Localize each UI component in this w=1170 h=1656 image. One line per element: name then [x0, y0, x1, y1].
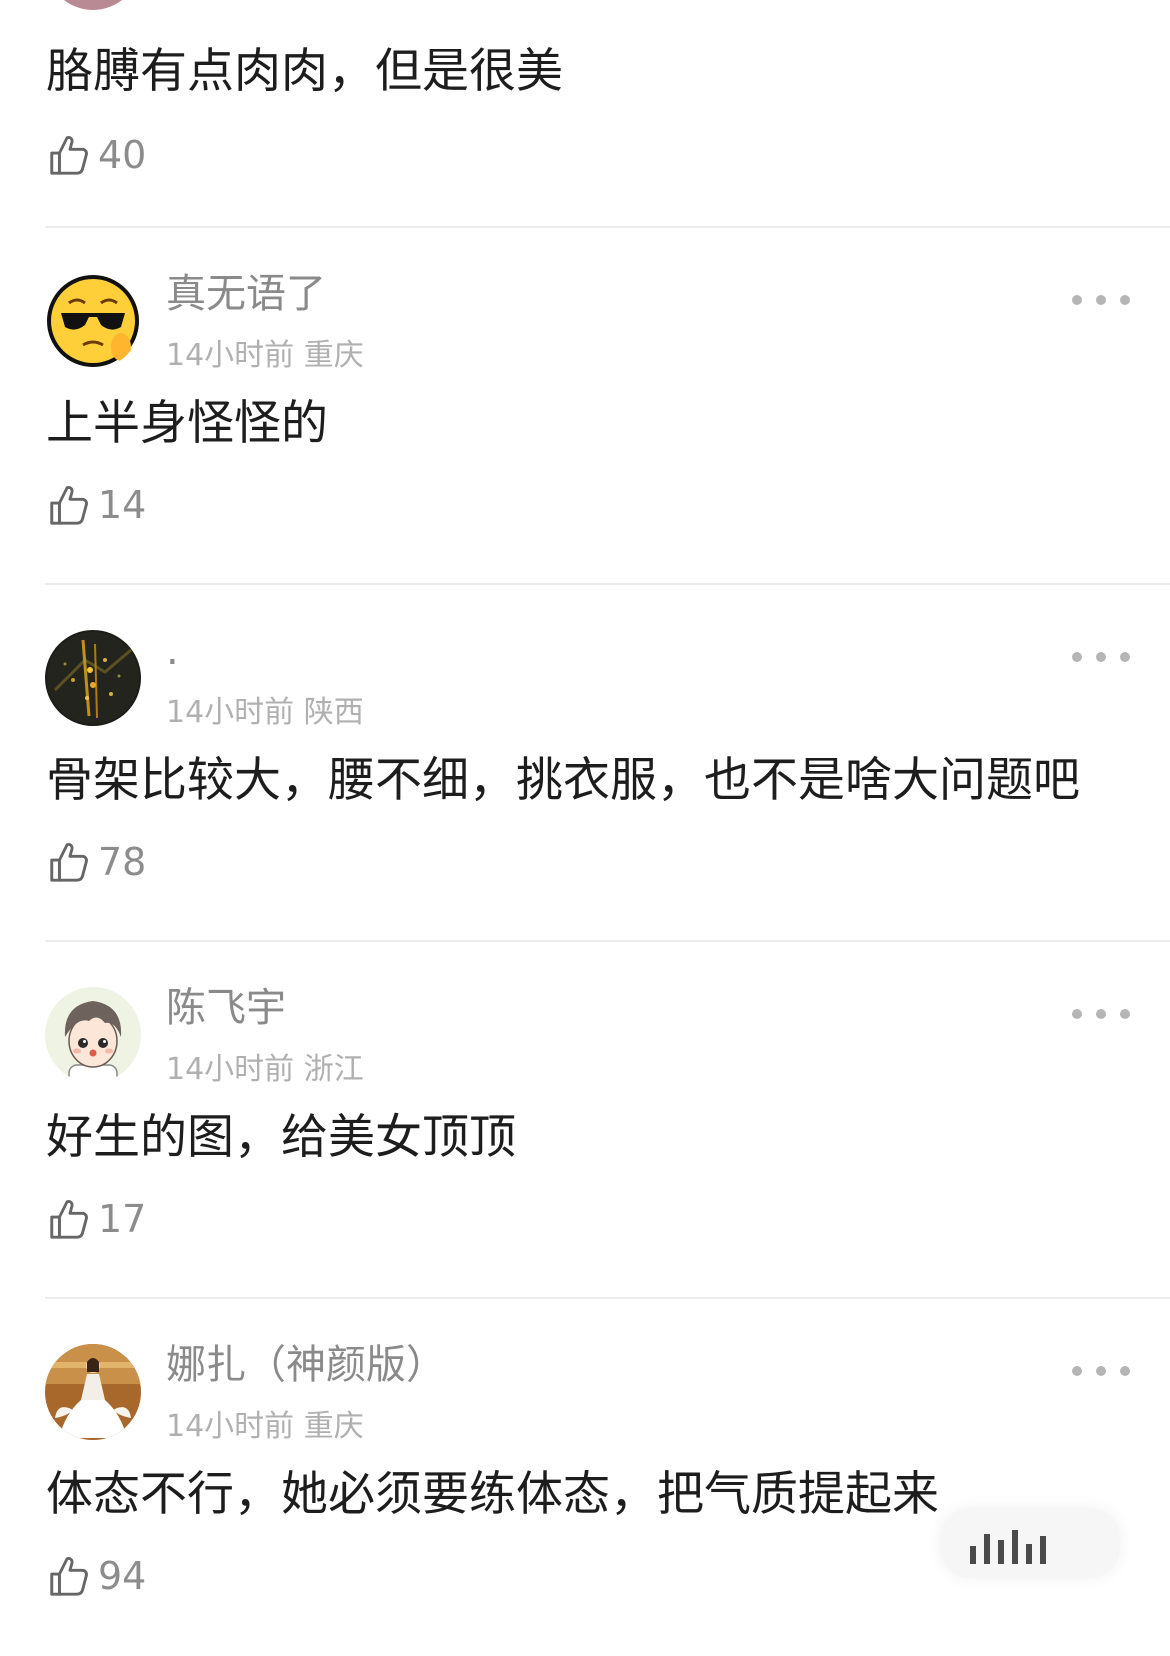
comment-item: . 14小时前 陕西 骨架比较大，腰不细，挑衣服，也不是啥大问题吧 78 — [0, 585, 1170, 942]
thumbs-up-icon — [50, 1557, 88, 1596]
location: 重庆 — [303, 1409, 364, 1444]
username[interactable]: . — [166, 627, 179, 675]
comment-item: 真无语了 14小时前 重庆 上半身怪怪的 14 — [0, 228, 1170, 585]
avatar[interactable] — [45, 987, 141, 1083]
username[interactable]: 娜扎（神颜版） — [166, 1341, 446, 1389]
like-count: 78 — [98, 840, 147, 884]
avatar[interactable] — [45, 1344, 141, 1440]
watermark-bars-icon — [970, 1530, 1046, 1564]
more-options-button[interactable] — [1072, 288, 1130, 312]
like-button[interactable]: 17 — [46, 1194, 146, 1244]
more-options-button[interactable] — [1072, 1002, 1130, 1026]
like-button[interactable]: 14 — [46, 480, 146, 530]
username[interactable]: 真无语了 — [166, 270, 326, 318]
thumbs-up-icon — [50, 136, 88, 175]
dot-icon — [1072, 295, 1082, 305]
location: 陕西 — [303, 695, 364, 730]
comment-meta: 14小时前 重庆 — [166, 330, 364, 374]
like-count: 17 — [98, 1197, 147, 1241]
thumbs-up-icon — [50, 486, 88, 525]
thumbs-up-icon — [50, 1200, 88, 1239]
like-count: 14 — [98, 483, 147, 527]
like-button[interactable]: 94 — [46, 1551, 146, 1601]
dot-icon — [1096, 652, 1106, 662]
comment-meta: 14小时前 重庆 — [166, 1401, 364, 1445]
comment-body: 上半身怪怪的 — [46, 396, 328, 451]
comment-body: 胳膊有点肉肉，但是很美 — [46, 44, 563, 99]
like-button[interactable]: 78 — [46, 837, 146, 887]
avatar[interactable] — [46, 0, 140, 10]
dot-icon — [1120, 652, 1130, 662]
cartoon-boy-avatar — [45, 987, 141, 1083]
dot-icon — [1120, 1366, 1130, 1376]
comment-item: 娜扎（神颜版） 14小时前 重庆 体态不行，她必须要练体态，把气质提起来 94 — [0, 1299, 1170, 1656]
location: 重庆 — [303, 338, 364, 373]
comment-meta: 14小时前 浙江 — [166, 1044, 364, 1088]
timestamp: 14小时前 — [166, 338, 295, 373]
comment-body: 体态不行，她必须要练体态，把气质提起来 — [46, 1467, 939, 1522]
comment-item: 陈飞宇 14小时前 浙江 好生的图，给美女顶顶 17 — [0, 942, 1170, 1299]
comment-body: 骨架比较大，腰不细，挑衣服，也不是啥大问题吧 — [46, 753, 1080, 808]
dot-icon — [1096, 295, 1106, 305]
dot-icon — [1072, 652, 1082, 662]
night-city-photo — [45, 630, 141, 726]
comment-meta: 14小时前 陕西 — [166, 687, 364, 731]
avatar[interactable] — [45, 630, 141, 726]
thumbs-up-icon — [50, 843, 88, 882]
comment-body: 好生的图，给美女顶顶 — [46, 1110, 516, 1165]
location: 浙江 — [303, 1052, 364, 1087]
woman-in-white-dress-photo — [45, 1344, 141, 1440]
like-button[interactable]: 40 — [46, 130, 146, 180]
dot-icon — [1072, 1366, 1082, 1376]
watermark-logo — [940, 1508, 1120, 1578]
dot-icon — [1096, 1366, 1106, 1376]
dot-icon — [1120, 295, 1130, 305]
avatar[interactable] — [45, 273, 141, 369]
timestamp: 14小时前 — [166, 1052, 295, 1087]
dot-icon — [1120, 1009, 1130, 1019]
timestamp: 14小时前 — [166, 1409, 295, 1444]
like-count: 40 — [98, 133, 147, 177]
dot-icon — [1096, 1009, 1106, 1019]
dot-icon — [1072, 1009, 1082, 1019]
username[interactable]: 陈飞宇 — [166, 984, 286, 1032]
sunglasses-emoji-icon — [47, 275, 139, 367]
comment-item-partial: 胳膊有点肉肉，但是很美 40 — [0, 0, 1170, 228]
more-options-button[interactable] — [1072, 645, 1130, 669]
more-options-button[interactable] — [1072, 1359, 1130, 1383]
timestamp: 14小时前 — [166, 695, 295, 730]
like-count: 94 — [98, 1554, 147, 1598]
